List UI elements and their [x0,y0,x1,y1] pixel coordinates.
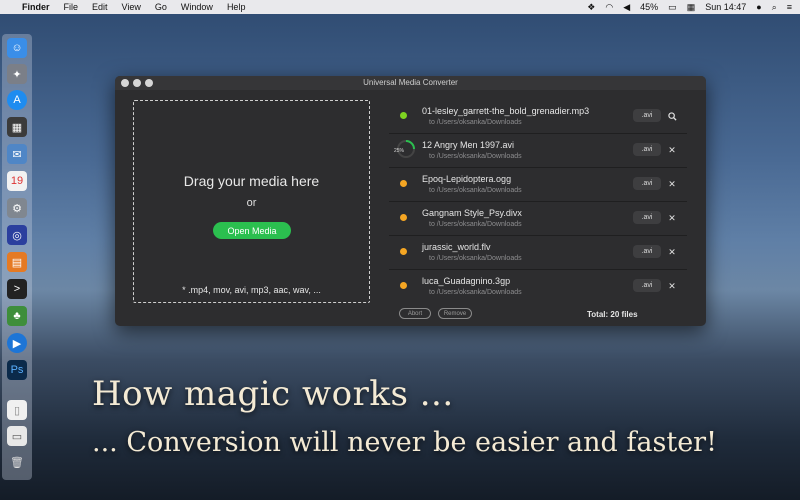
marketing-subline: ... Conversion will never be easier and … [92,427,717,458]
file-path: to /Users/oksanka/Downloads [429,153,522,160]
app-store-icon[interactable]: A [7,90,27,110]
drop-zone-or: or [246,197,257,209]
file-path: to /Users/oksanka/Downloads [429,289,522,296]
close-icon[interactable]: ✕ [665,211,679,225]
supported-formats: * .mp4, mov, avi, mp3, aac, wav, ... [182,285,321,295]
window-title: Universal Media Converter [363,78,458,87]
status-area: ❖ ◠ ◀ 45% ▭ ▦ Sun 14:47 ● ⌕ ≡ [587,2,792,13]
list-item[interactable]: Epoq-Lepidoptera.ogg to /Users/oksanka/D… [389,168,687,202]
done-status-icon [400,112,407,119]
format-select[interactable]: .avi [633,211,661,224]
spotlight-search-icon[interactable]: ⌕ [772,2,777,13]
drop-zone[interactable]: Drag your media here or Open Media * .mp… [133,100,370,303]
battery-icon[interactable]: ▭ [668,2,677,13]
preview-icon[interactable]: ✉ [7,144,27,164]
network-utility-icon[interactable]: ◎ [7,225,27,245]
system-preferences-icon[interactable]: ⚙ [7,198,27,218]
total-files: Total: 20 files [587,310,638,319]
wifi-icon[interactable]: ◠ [605,2,613,13]
calendar-icon[interactable]: 19 [7,171,27,191]
remove-button[interactable]: Remove [438,308,472,319]
menu-bar: Finder File Edit View Go Window Help ❖ ◠… [0,0,800,14]
window-titlebar[interactable]: Universal Media Converter [115,76,706,90]
file-path: to /Users/oksanka/Downloads [429,187,522,194]
finder-icon[interactable]: ☺ [7,38,27,58]
queued-status-icon [400,282,407,289]
document-icon[interactable]: ▯ [7,400,27,420]
user-icon[interactable]: ● [756,2,761,12]
progress-percent: 25% [394,148,405,154]
menu-help[interactable]: Help [227,2,246,12]
file-list: 01-lesley_garrett-the_bold_grenadier.mp3… [389,100,687,303]
queued-status-icon [400,248,407,255]
launchpad-icon[interactable]: ✦ [7,64,27,84]
format-select[interactable]: .avi [633,109,661,122]
volume-icon[interactable]: ◀ [623,2,630,13]
app-window: Universal Media Converter Drag your medi… [115,76,706,326]
close-icon[interactable]: ✕ [665,245,679,259]
file-name: jurassic_world.flv [422,242,491,252]
app-icon[interactable]: ♣ [7,306,27,326]
drop-zone-title: Drag your media here [183,173,320,189]
file-name: Gangnam Style_Psy.divx [422,208,522,218]
notification-list-icon[interactable]: ≡ [787,2,792,12]
format-select[interactable]: .avi [633,279,661,292]
terminal-icon[interactable]: > [7,279,27,299]
queued-status-icon [400,214,407,221]
open-media-button[interactable]: Open Media [213,222,291,239]
menu-view[interactable]: View [122,2,141,12]
file-name: Epoq-Lepidoptera.ogg [422,174,512,184]
window-icon[interactable]: ▭ [7,426,27,446]
trash-icon[interactable]: 🗑 [7,452,27,472]
flag-icon[interactable]: ▦ [687,2,696,13]
list-item[interactable]: luca_Guadagnino.3gp to /Users/oksanka/Do… [389,270,687,304]
clock[interactable]: Sun 14:47 [705,2,746,12]
queued-status-icon [400,180,407,187]
ibooks-icon[interactable]: ▤ [7,252,27,272]
close-icon[interactable]: ✕ [665,143,679,157]
dock: ☺ ✦ A ▦ ✉ 19 ⚙ ◎ ▤ > ♣ ▶ Ps ▯ ▭ 🗑 [2,34,32,480]
file-name: 12 Angry Men 1997.avi [422,140,515,150]
list-item[interactable]: 25% 12 Angry Men 1997.avi to /Users/oksa… [389,134,687,168]
menu-window[interactable]: Window [181,2,213,12]
file-path: to /Users/oksanka/Downloads [429,221,522,228]
list-item[interactable]: 01-lesley_garrett-the_bold_grenadier.mp3… [389,100,687,134]
close-icon[interactable]: ✕ [665,279,679,293]
format-select[interactable]: .avi [633,245,661,258]
photoshop-icon[interactable]: Ps [7,360,27,380]
abort-button[interactable]: Abort [399,308,431,319]
file-name: luca_Guadagnino.3gp [422,276,511,286]
mission-control-icon[interactable]: ▦ [7,117,27,137]
file-path: to /Users/oksanka/Downloads [429,255,522,262]
format-select[interactable]: .avi [633,177,661,190]
file-path: to /Users/oksanka/Downloads [429,119,522,126]
search-icon[interactable] [665,109,679,123]
file-name: 01-lesley_garrett-the_bold_grenadier.mp3 [422,106,590,116]
close-icon[interactable]: ✕ [665,177,679,191]
media-player-icon[interactable]: ▶ [7,333,27,353]
format-select[interactable]: .avi [633,143,661,156]
marketing-headline: How magic works ... [92,374,454,414]
menu-app-name[interactable]: Finder [22,2,50,12]
list-item[interactable]: Gangnam Style_Psy.divx to /Users/oksanka… [389,202,687,236]
battery-percent[interactable]: 45% [640,2,658,12]
menu-edit[interactable]: Edit [92,2,108,12]
dropbox-icon[interactable]: ❖ [587,2,595,13]
list-item[interactable]: jurassic_world.flv to /Users/oksanka/Dow… [389,236,687,270]
menu-file[interactable]: File [64,2,79,12]
menu-go[interactable]: Go [155,2,167,12]
